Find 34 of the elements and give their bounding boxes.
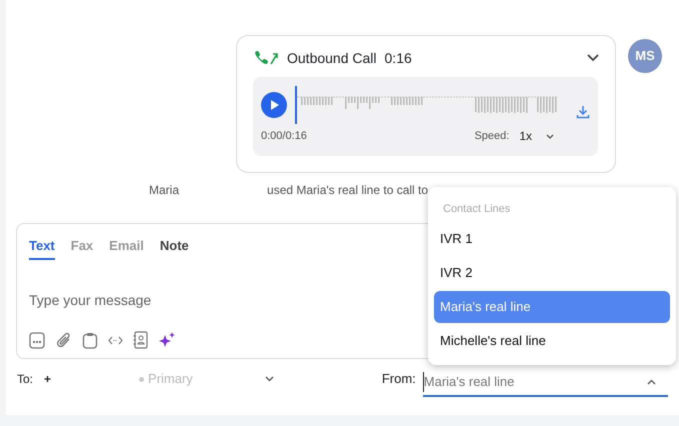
from-input[interactable]: Maria's real line: [422, 372, 623, 392]
waveform-track[interactable]: [295, 86, 557, 124]
dropdown-item[interactable]: IVR 2: [434, 257, 670, 289]
activity-actor: Maria: [149, 182, 180, 197]
call-title: Outbound Call: [287, 48, 377, 68]
composer-tab[interactable]: Text: [29, 236, 55, 260]
code-icon[interactable]: [108, 336, 123, 344]
dropdown-item[interactable]: Michelle's real line: [434, 325, 670, 357]
play-icon: [270, 100, 278, 110]
clipboard-icon[interactable]: [82, 332, 98, 348]
call-duration: 0:16: [384, 48, 412, 68]
avatar: MS: [628, 39, 662, 73]
chevron-down-icon[interactable]: [587, 54, 599, 62]
composer-tab[interactable]: Note: [160, 236, 189, 260]
dropdown-item[interactable]: IVR 1: [434, 223, 670, 255]
dropdown-header: Contact Lines: [442, 202, 512, 217]
chevron-down-icon: [546, 134, 554, 138]
chevron-down-icon: [264, 376, 274, 382]
to-number: +: [44, 371, 52, 388]
activity-text: used Maria's real line to call to: [267, 182, 428, 197]
speed-select[interactable]: 1x: [519, 127, 554, 145]
sparkles-icon[interactable]: [158, 330, 177, 350]
from-select[interactable]: Maria's real line: [422, 369, 668, 397]
playback-time: 0:00/0:16: [261, 128, 307, 144]
play-button[interactable]: [261, 92, 287, 118]
speed-label: Speed:: [474, 128, 510, 144]
from-label: From:: [382, 370, 416, 388]
to-label: To:: [17, 371, 34, 388]
paperclip-icon[interactable]: [55, 332, 72, 348]
dropdown-item[interactable]: Maria's real line: [434, 291, 670, 323]
message-input[interactable]: Type your message: [29, 290, 419, 310]
outbound-call-icon: [253, 50, 279, 66]
contact-book-icon[interactable]: [133, 331, 148, 349]
download-icon[interactable]: [576, 105, 590, 119]
